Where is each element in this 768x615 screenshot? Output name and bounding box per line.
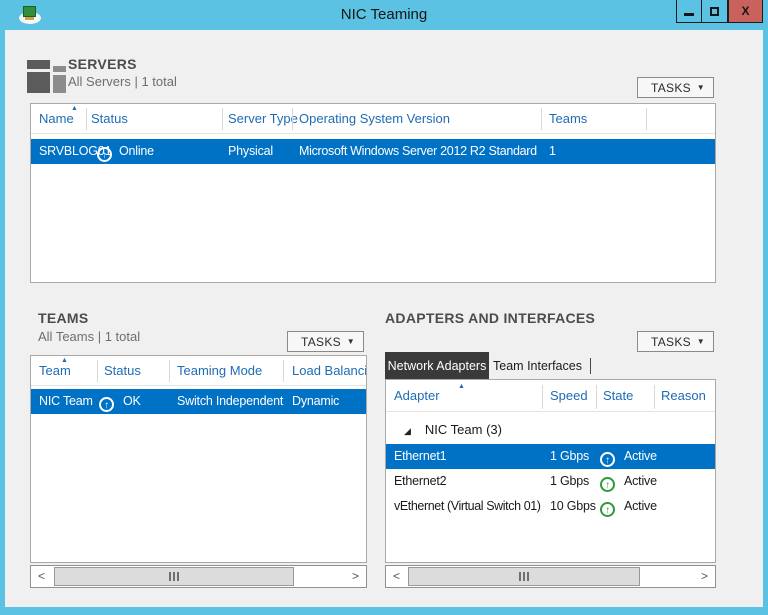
adapters-horizontal-scrollbar: < > (385, 565, 716, 588)
adapter-name: vEthernet (Virtual Switch 01) (394, 494, 541, 519)
server-os-version: Microsoft Windows Server 2012 R2 Standar… (299, 139, 537, 164)
scroll-right-icon[interactable]: > (694, 566, 715, 587)
adapter-speed: 1 Gbps (550, 444, 589, 469)
adapter-state: Active (624, 469, 657, 494)
adapter-name: Ethernet1 (394, 444, 446, 469)
adapter-row-ethernet2[interactable]: Ethernet2 1 Gbps ↑ Active (386, 469, 715, 494)
title-bar: NIC Teaming X (0, 0, 768, 30)
adapters-tasks-button[interactable]: TASKS ▼ (637, 331, 714, 352)
team-teaming-mode: Switch Independent (177, 389, 283, 414)
adapters-table: Adapter ▲ Speed State Reason ◢ NIC Team (… (385, 379, 716, 563)
adapters-col-speed[interactable]: Speed (550, 380, 588, 412)
window-controls: X (676, 0, 763, 23)
servers-tasks-label: TASKS (651, 81, 691, 95)
adapters-heading: ADAPTERS AND INTERFACES (385, 310, 595, 326)
minimize-icon (684, 13, 694, 16)
dropdown-arrow-icon: ▼ (697, 83, 705, 92)
scroll-left-icon[interactable]: < (31, 566, 52, 587)
teams-scrollbar-thumb[interactable] (54, 567, 294, 586)
team-name: NIC Team (39, 389, 93, 414)
adapter-state: Active (624, 444, 657, 469)
maximize-button[interactable] (702, 0, 728, 23)
group-expanded-icon[interactable]: ◢ (404, 426, 411, 436)
teams-tasks-label: TASKS (301, 335, 341, 349)
sort-ascending-icon: ▲ (61, 357, 68, 364)
servers-col-status[interactable]: Status (91, 104, 128, 134)
close-button[interactable]: X (728, 0, 763, 23)
status-up-icon: ↑ (600, 452, 615, 467)
scroll-left-icon[interactable]: < (386, 566, 407, 587)
status-up-icon: ↑ (97, 147, 112, 162)
teams-heading: TEAMS (38, 310, 89, 326)
adapter-row-ethernet1[interactable]: Ethernet1 1 Gbps ↑ Active (386, 444, 715, 469)
servers-icon (27, 55, 67, 93)
adapter-speed: 10 Gbps (550, 494, 596, 519)
adapters-scrollbar-thumb[interactable] (408, 567, 640, 586)
servers-col-os-version[interactable]: Operating System Version (299, 104, 450, 134)
teams-table: Team ▲ Status Teaming Mode Load Balancin… (30, 355, 367, 563)
adapters-panel: Network Adapters Team Interfaces Adapter… (385, 352, 716, 563)
scrollbar-grip-icon (168, 568, 180, 586)
group-label: NIC Team (3) (425, 422, 502, 437)
servers-col-server-type[interactable]: Server Type (228, 104, 298, 134)
server-teams-count: 1 (549, 139, 556, 164)
servers-tasks-button[interactable]: TASKS ▼ (637, 77, 714, 98)
scrollbar-grip-icon (518, 568, 530, 586)
adapter-row-vethernet[interactable]: vEthernet (Virtual Switch 01) 10 Gbps ↑ … (386, 494, 715, 519)
adapters-col-state[interactable]: State (603, 380, 633, 412)
status-up-icon: ↑ (600, 502, 615, 517)
sort-ascending-icon: ▲ (458, 383, 465, 390)
servers-row-srvblog01[interactable]: SRVBLOG01 ↑ Online Physical Microsoft Wi… (31, 139, 715, 164)
teams-col-load-balancing[interactable]: Load Balancing (292, 356, 367, 386)
nic-teaming-window: NIC Teaming X SERVERS All Servers | 1 to… (0, 0, 768, 615)
content-area: SERVERS All Servers | 1 total TASKS ▼ Na… (5, 30, 763, 607)
teams-col-teaming-mode[interactable]: Teaming Mode (177, 356, 262, 386)
adapter-group-nic-team[interactable]: ◢ NIC Team (3) (404, 422, 502, 437)
adapters-tasks-label: TASKS (651, 335, 691, 349)
adapters-table-header: Adapter ▲ Speed State Reason (386, 380, 715, 412)
dropdown-arrow-icon: ▼ (697, 337, 705, 346)
maximize-icon (710, 7, 719, 16)
server-status: Online (119, 139, 154, 164)
teams-table-header: Team ▲ Status Teaming Mode Load Balancin… (31, 356, 366, 386)
teams-row-nic-team[interactable]: NIC Team ↑ OK Switch Independent Dynamic (31, 389, 366, 414)
servers-col-name[interactable]: Name (39, 104, 74, 134)
adapters-col-reason[interactable]: Reason (661, 380, 706, 412)
servers-table-header: Name ▲ Status Server Type Operating Syst… (31, 104, 715, 134)
servers-subtitle: All Servers | 1 total (68, 74, 177, 89)
window-title: NIC Teaming (0, 0, 768, 30)
adapters-col-adapter[interactable]: Adapter (394, 380, 440, 412)
teams-col-status[interactable]: Status (104, 356, 141, 386)
sort-ascending-icon: ▲ (71, 105, 78, 112)
tab-network-adapters[interactable]: Network Adapters (385, 352, 489, 380)
teams-tasks-button[interactable]: TASKS ▼ (287, 331, 364, 352)
servers-col-teams[interactable]: Teams (549, 104, 587, 134)
servers-table: Name ▲ Status Server Type Operating Syst… (30, 103, 716, 283)
tab-team-interfaces[interactable]: Team Interfaces (489, 352, 586, 380)
teams-horizontal-scrollbar: < > (30, 565, 367, 588)
servers-heading: SERVERS (68, 56, 137, 72)
adapter-speed: 1 Gbps (550, 469, 589, 494)
server-type: Physical (228, 139, 273, 164)
teams-subtitle: All Teams | 1 total (38, 329, 140, 344)
team-status: OK (123, 389, 141, 414)
status-up-icon: ↑ (99, 397, 114, 412)
adapter-state: Active (624, 494, 657, 519)
minimize-button[interactable] (676, 0, 702, 23)
dropdown-arrow-icon: ▼ (347, 337, 355, 346)
scroll-right-icon[interactable]: > (345, 566, 366, 587)
status-up-icon: ↑ (600, 477, 615, 492)
tab-caret (590, 358, 591, 374)
team-load-balancing: Dynamic (292, 389, 339, 414)
adapter-name: Ethernet2 (394, 469, 446, 494)
